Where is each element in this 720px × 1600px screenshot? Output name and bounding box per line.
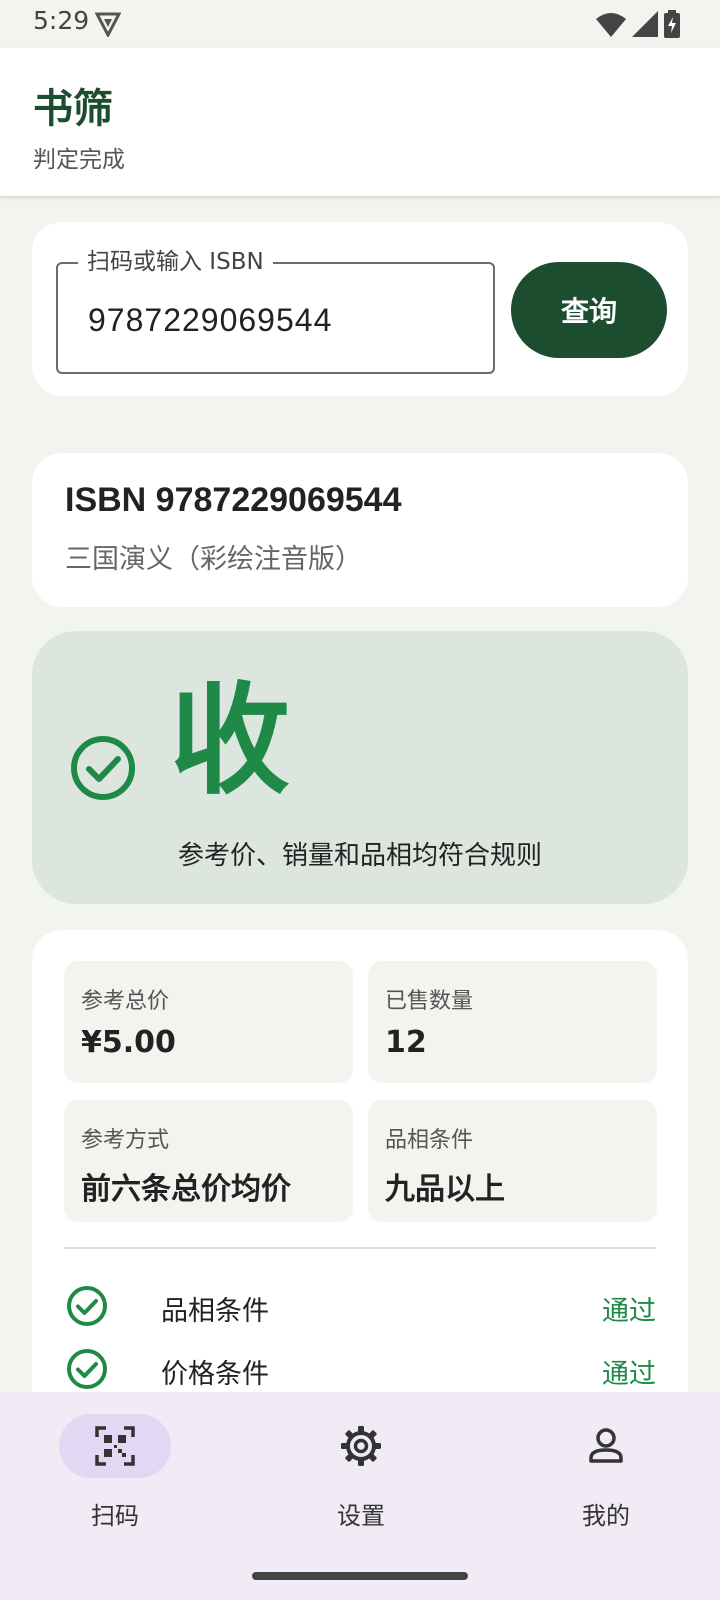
book-title: 三国演义（彩绘注音版） (65, 544, 362, 575)
check-circle-icon (67, 1286, 107, 1326)
check-circle-icon (67, 1349, 107, 1389)
qr-scan-icon (95, 1426, 135, 1466)
nav-item-scan[interactable]: 扫码 (37, 1414, 197, 1534)
status-time: 5:29 (33, 6, 90, 35)
stat-value: 12 (385, 1025, 427, 1060)
check-status: 通过 (602, 1296, 656, 1327)
search-card: 扫码或输入 ISBN 查询 (32, 222, 688, 396)
check-label: 价格条件 (161, 1359, 269, 1390)
verdict-card: 收 参考价、销量和品相均符合规则 (32, 631, 688, 904)
isbn-input[interactable] (88, 298, 478, 342)
nav-label: 我的 (582, 1502, 630, 1530)
isbn-field[interactable]: 扫码或输入 ISBN (56, 248, 495, 374)
divider (64, 1247, 656, 1249)
verdict-result: 收 (170, 672, 290, 811)
stat-condition: 品相条件 九品以上 (368, 1100, 657, 1222)
check-label: 品相条件 (161, 1296, 269, 1327)
stat-value: 九品以上 (385, 1172, 505, 1207)
app-subtitle: 判定完成 (33, 147, 125, 173)
book-isbn: ISBN 9787229069544 (65, 481, 402, 519)
stat-label: 参考方式 (81, 1128, 170, 1153)
gear-icon (341, 1426, 381, 1466)
app-bar: 书筛 判定完成 (0, 48, 720, 196)
status-bar: 5:29 (0, 0, 720, 48)
stat-reference-total-price: 参考总价 ¥5.00 (64, 961, 353, 1083)
wifi-icon (596, 13, 626, 37)
bottom-nav: 扫码 设置 我的 (0, 1392, 720, 1600)
verdict-reason: 参考价、销量和品相均符合规则 (177, 841, 542, 871)
nav-item-settings[interactable]: 设置 (283, 1414, 443, 1534)
stat-label: 已售数量 (385, 989, 474, 1014)
check-row-price: 价格条件 通过 (64, 1344, 656, 1394)
cell-signal-icon (632, 11, 658, 37)
battery-icon (664, 10, 680, 38)
stat-label: 参考总价 (81, 989, 170, 1014)
book-card: ISBN 9787229069544 三国演义（彩绘注音版） (32, 453, 688, 607)
home-indicator[interactable] (252, 1572, 468, 1580)
vpn-shield-icon (95, 12, 121, 37)
stat-value: ¥5.00 (81, 1025, 176, 1060)
stat-reference-method: 参考方式 前六条总价均价 (64, 1100, 353, 1222)
isbn-field-label: 扫码或输入 ISBN (78, 248, 273, 276)
nav-item-profile[interactable]: 我的 (528, 1414, 688, 1534)
nav-label: 扫码 (91, 1502, 139, 1530)
check-circle-icon (71, 736, 135, 800)
person-icon (589, 1428, 623, 1463)
stat-value: 前六条总价均价 (81, 1172, 291, 1207)
nav-label: 设置 (337, 1502, 385, 1530)
check-status: 通过 (602, 1359, 656, 1390)
check-row-condition: 品相条件 通过 (64, 1281, 656, 1331)
query-button[interactable]: 查询 (511, 262, 667, 358)
stat-label: 品相条件 (385, 1128, 474, 1153)
stat-sold-count: 已售数量 12 (368, 961, 657, 1083)
app-title: 书筛 (33, 86, 113, 132)
